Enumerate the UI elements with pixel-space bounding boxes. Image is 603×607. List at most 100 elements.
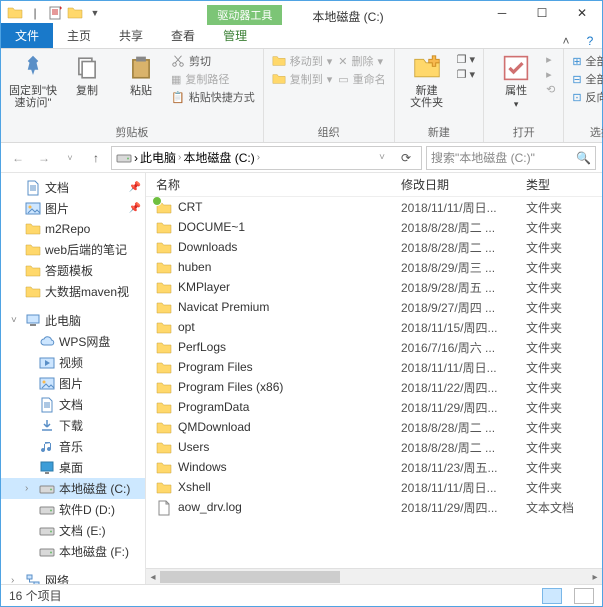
share-tab[interactable]: 共享 — [105, 23, 157, 48]
tree-item-pc-child[interactable]: ›本地磁盘 (C:) — [1, 478, 145, 499]
folder-icon — [156, 360, 172, 374]
pin-quickaccess-button[interactable]: 固定到"快 速访问" — [9, 53, 57, 109]
cut-button[interactable]: 剪切 — [171, 53, 255, 69]
manage-tab[interactable]: 管理 — [209, 23, 261, 48]
tree-item-pc-child[interactable]: WPS网盘 — [1, 331, 145, 352]
folder-icon — [25, 242, 41, 258]
file-row[interactable]: ProgramData 2018/11/29/周四... 文件夹 — [146, 397, 602, 417]
context-tab-label: 驱动器工具 — [207, 5, 282, 25]
qat-dropdown-icon[interactable]: ▼ — [87, 5, 103, 21]
close-button[interactable]: ✕ — [562, 1, 602, 25]
delete-button[interactable]: ✕ 删除 ▾ — [338, 53, 385, 69]
qat-props-icon[interactable] — [47, 5, 63, 21]
edit-button[interactable]: ▸ — [546, 68, 555, 81]
open-button[interactable]: ▸ — [546, 53, 555, 66]
copy-button[interactable]: 复制 — [63, 53, 111, 97]
copy-to-button[interactable]: 复制到 ▾ — [272, 71, 333, 87]
properties-button[interactable]: 属性 ▾ — [492, 53, 540, 110]
tree-item-pc-child[interactable]: 图片 — [1, 373, 145, 394]
move-to-button[interactable]: 移动到 ▾ — [272, 53, 333, 69]
tree-item-pc-child[interactable]: 软件D (D:) — [1, 499, 145, 520]
recent-dropdown[interactable]: ˅ — [59, 147, 81, 169]
navigation-pane[interactable]: 文档📌图片📌m2Repoweb后端的笔记答题模板大数据maven视 ˅此电脑WPS… — [1, 173, 146, 584]
new-item-button[interactable]: ❐ ▾ — [457, 53, 475, 66]
file-row[interactable]: CRT 2018/11/11/周日... 文件夹 — [146, 197, 602, 217]
copy-path-button[interactable]: ▦复制路径 — [171, 71, 255, 87]
refresh-button[interactable]: ⟳ — [395, 147, 417, 169]
properties-icon — [501, 53, 531, 83]
file-row[interactable]: Xshell 2018/11/11/周日... 文件夹 — [146, 477, 602, 497]
tree-item-quick[interactable]: 图片📌 — [1, 198, 145, 219]
tree-item-network[interactable]: ›网络 — [1, 570, 145, 584]
file-row[interactable]: QMDownload 2018/8/28/周二 ... 文件夹 — [146, 417, 602, 437]
paste-button[interactable]: 粘贴 — [117, 53, 165, 97]
col-modified[interactable]: 修改日期 — [401, 176, 526, 193]
details-view-button[interactable] — [542, 588, 562, 604]
file-row[interactable]: Program Files 2018/11/11/周日... 文件夹 — [146, 357, 602, 377]
file-row[interactable]: huben 2018/8/29/周三 ... 文件夹 — [146, 257, 602, 277]
col-name[interactable]: 名称 — [146, 176, 401, 193]
folder-icon — [156, 460, 172, 474]
file-row[interactable]: opt 2018/11/15/周四... 文件夹 — [146, 317, 602, 337]
tree-item-quick[interactable]: 大数据maven视 — [1, 281, 145, 302]
tree-item-pc[interactable]: ˅此电脑 — [1, 310, 145, 331]
file-row[interactable]: DOCUME~1 2018/8/28/周二 ... 文件夹 — [146, 217, 602, 237]
forward-button[interactable]: → — [33, 147, 55, 169]
horizontal-scrollbar[interactable]: ◂ ▸ — [146, 568, 602, 584]
tree-item-quick[interactable]: 答题模板 — [1, 260, 145, 281]
tree-item-quick[interactable]: m2Repo — [1, 219, 145, 239]
history-button[interactable]: ⟲ — [546, 83, 555, 96]
tree-item-pc-child[interactable]: 视频 — [1, 352, 145, 373]
back-button[interactable]: ← — [7, 147, 29, 169]
icons-view-button[interactable] — [574, 588, 594, 604]
view-tab[interactable]: 查看 — [157, 23, 209, 48]
file-row[interactable]: PerfLogs 2016/7/16/周六 ... 文件夹 — [146, 337, 602, 357]
file-row[interactable]: KMPlayer 2018/9/28/周五 ... 文件夹 — [146, 277, 602, 297]
crumb-drive[interactable]: 本地磁盘 (C:)› — [183, 149, 260, 166]
rename-button[interactable]: ▭ 重命名 — [338, 71, 385, 87]
tree-item-quick[interactable]: web后端的笔记 — [1, 239, 145, 260]
qat-newfolder-icon[interactable] — [67, 5, 83, 21]
scroll-thumb[interactable] — [160, 571, 340, 583]
ribbon-collapse-button[interactable]: ˄ — [554, 34, 578, 48]
file-list[interactable]: CRT 2018/11/11/周日... 文件夹 DOCUME~1 2018/8… — [146, 197, 602, 568]
col-type[interactable]: 类型 — [526, 176, 602, 193]
easy-access-button[interactable]: ❐ ▾ — [457, 68, 475, 81]
file-row[interactable]: Windows 2018/11/23/周五... 文件夹 — [146, 457, 602, 477]
tree-item-pc-child[interactable]: 下载 — [1, 415, 145, 436]
file-row[interactable]: Users 2018/8/28/周二 ... 文件夹 — [146, 437, 602, 457]
file-tab[interactable]: 文件 — [1, 23, 53, 48]
scroll-left-button[interactable]: ◂ — [146, 569, 160, 585]
invert-selection-button[interactable]: ⊡反向选择 — [572, 89, 603, 105]
file-row[interactable]: Downloads 2018/8/28/周二 ... 文件夹 — [146, 237, 602, 257]
breadcrumb[interactable]: › 此电脑› 本地磁盘 (C:)› ˅ ⟳ — [111, 146, 422, 170]
chevron-right-icon[interactable]: › — [134, 151, 138, 165]
new-folder-button[interactable]: 新建 文件夹 — [403, 53, 451, 109]
file-row[interactable]: aow_drv.log 2018/11/29/周四... 文本文档 — [146, 497, 602, 517]
tree-item-pc-child[interactable]: 本地磁盘 (F:) — [1, 541, 145, 562]
maximize-button[interactable]: ☐ — [522, 1, 562, 25]
minimize-button[interactable]: ─ — [482, 1, 522, 25]
tree-item-pc-child[interactable]: 文档 (E:) — [1, 520, 145, 541]
tree-item-pc-child[interactable]: 文档 — [1, 394, 145, 415]
file-list-pane: 名称 修改日期 类型 CRT 2018/11/11/周日... 文件夹 DOCU… — [146, 173, 602, 584]
file-row[interactable]: Navicat Premium 2018/9/27/周四 ... 文件夹 — [146, 297, 602, 317]
column-headers[interactable]: 名称 修改日期 类型 — [146, 173, 602, 197]
up-button[interactable]: ↑ — [85, 147, 107, 169]
download-icon — [39, 418, 55, 434]
drive-icon — [39, 544, 55, 560]
tree-item-quick[interactable]: 文档📌 — [1, 177, 145, 198]
crumb-pc[interactable]: 此电脑› — [140, 149, 181, 166]
paste-shortcut-button[interactable]: 📋粘贴快捷方式 — [171, 89, 255, 105]
tree-item-pc-child[interactable]: 桌面 — [1, 457, 145, 478]
tree-item-pc-child[interactable]: 音乐 — [1, 436, 145, 457]
file-row[interactable]: Program Files (x86) 2018/11/22/周四... 文件夹 — [146, 377, 602, 397]
select-all-button[interactable]: ⊞全部选择 — [572, 53, 603, 69]
home-tab[interactable]: 主页 — [53, 23, 105, 48]
help-button[interactable]: ? — [578, 34, 602, 48]
search-input[interactable]: 搜索"本地磁盘 (C:)" 🔍 — [426, 146, 596, 170]
scroll-right-button[interactable]: ▸ — [588, 569, 602, 585]
select-none-button[interactable]: ⊟全部取消 — [572, 71, 603, 87]
folder-icon — [7, 5, 23, 21]
breadcrumb-dropdown[interactable]: ˅ — [371, 147, 393, 169]
